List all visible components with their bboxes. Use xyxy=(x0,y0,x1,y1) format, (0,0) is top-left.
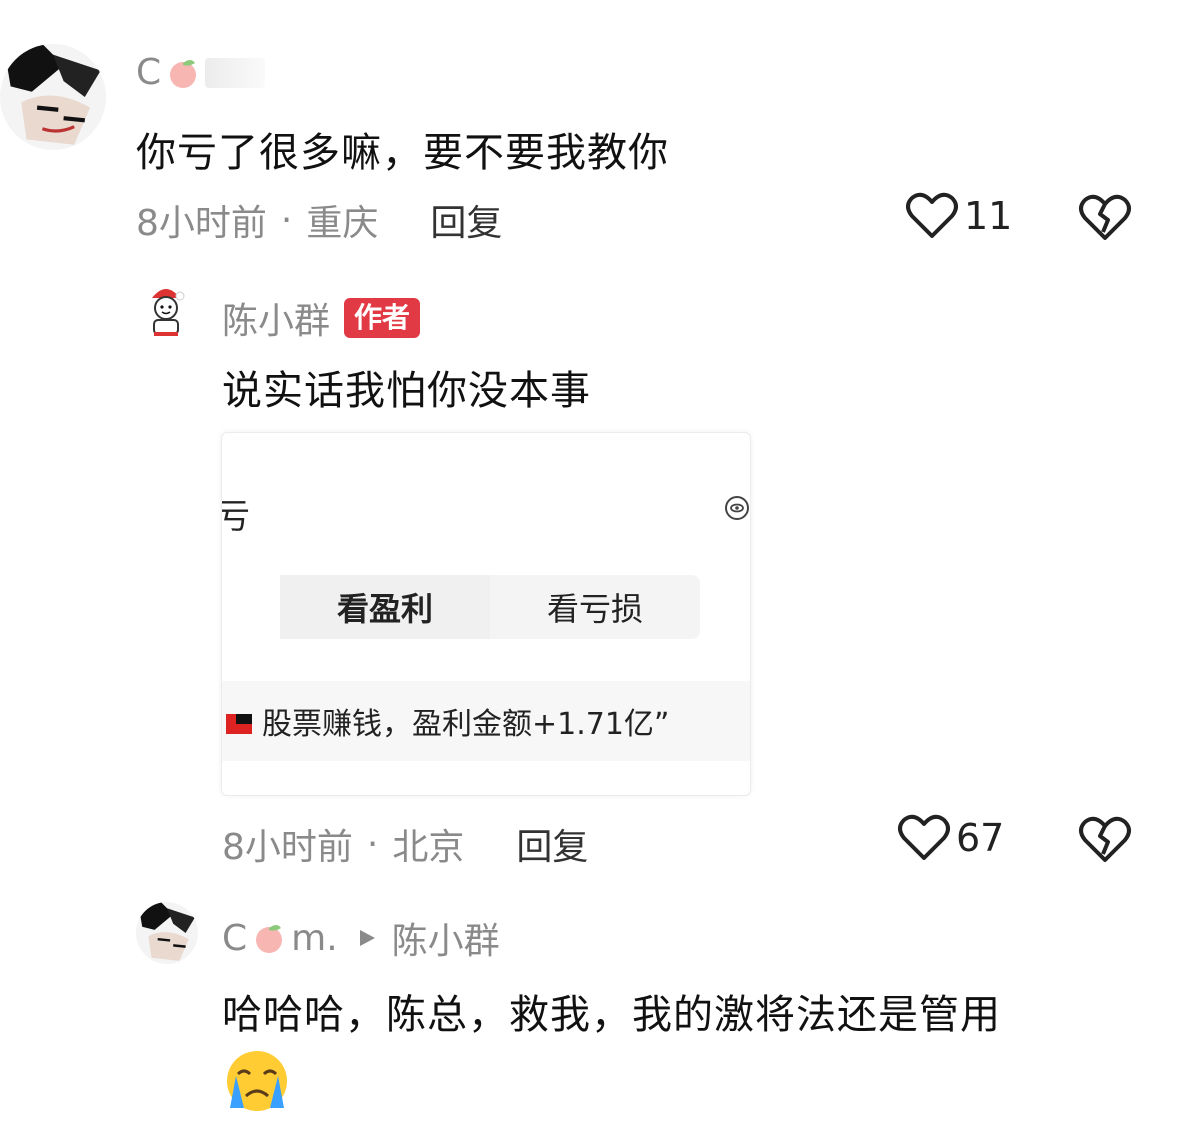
tab-profit[interactable]: 看盈利 xyxy=(280,575,490,639)
author-avatar[interactable] xyxy=(136,280,196,340)
card-footer: 股票赚钱，盈利金额+1.71亿” xyxy=(222,681,750,761)
comment1-dislike-button[interactable] xyxy=(1078,192,1132,246)
play-triangle-icon xyxy=(359,930,375,946)
comment1-location: 重庆 xyxy=(306,203,379,244)
manga-avatar-image xyxy=(136,902,198,964)
embedded-screenshot-card[interactable]: 亏 看盈利 看亏损 股票赚钱，盈利金额+1.71亿” xyxy=(221,432,751,796)
profit-loss-tabs: 看盈利 看亏损 xyxy=(280,575,700,639)
reply1-like-count: 67 xyxy=(956,816,1005,860)
red-flag-icon xyxy=(226,714,252,734)
reply1-like-button[interactable]: 67 xyxy=(898,814,1004,862)
replier-avatar[interactable] xyxy=(136,902,198,964)
author-username[interactable]: 陈小群 作者 xyxy=(222,292,421,344)
comment1-like-button[interactable]: 11 xyxy=(906,192,1012,240)
eye-icon xyxy=(725,496,749,520)
crying-face-emoji-icon xyxy=(222,1048,292,1118)
reply2-reply-to[interactable]: 陈小群 xyxy=(392,912,500,964)
comment1-like-count: 11 xyxy=(964,194,1013,238)
comment1-time: 8小时前 xyxy=(136,203,267,244)
peach-emoji-icon xyxy=(251,920,287,956)
card-eye-icon[interactable] xyxy=(724,495,750,525)
commenter-avatar[interactable] xyxy=(0,44,106,150)
snowman-avatar-image xyxy=(136,280,196,340)
card-corner-char: 亏 xyxy=(222,489,250,538)
tab-loss[interactable]: 看亏损 xyxy=(490,575,700,639)
comment1-username[interactable]: C xyxy=(136,52,266,93)
heart-outline-icon xyxy=(906,192,958,238)
reply2-text: 哈哈哈，陈总，救我，我的激将法还是管用 xyxy=(222,992,1001,1038)
reply2-username-row: C m. 陈小群 xyxy=(222,912,500,964)
comment1-reply-button[interactable]: 回复 xyxy=(430,194,502,246)
reply1-reply-button[interactable]: 回复 xyxy=(516,818,588,870)
heart-outline-icon xyxy=(898,814,950,860)
meta-separator: · xyxy=(280,199,293,241)
peach-emoji-icon xyxy=(165,55,201,91)
reply2-username[interactable]: C xyxy=(222,918,247,959)
manga-avatar-image xyxy=(0,44,106,150)
blurred-username xyxy=(205,57,266,88)
reply1-location: 北京 xyxy=(392,827,465,868)
broken-heart-icon xyxy=(1079,194,1131,240)
card-footer-text: 股票赚钱，盈利金额+1.71亿” xyxy=(262,707,670,742)
reply1-meta: 8小时前 · 北京 回复 xyxy=(222,818,588,870)
reply2-username-suffix: m. xyxy=(291,917,338,959)
author-badge: 作者 xyxy=(344,298,421,338)
broken-heart-icon xyxy=(1079,816,1131,862)
reply1-text: 说实话我怕你没本事 xyxy=(222,368,591,414)
meta-separator: · xyxy=(366,823,379,865)
comment1-text: 你亏了很多嘛，要不要我教你 xyxy=(136,130,669,176)
reply1-dislike-button[interactable] xyxy=(1078,814,1132,868)
comment1-meta: 8小时前 · 重庆 回复 xyxy=(136,194,502,246)
reply1-time: 8小时前 xyxy=(222,827,353,868)
